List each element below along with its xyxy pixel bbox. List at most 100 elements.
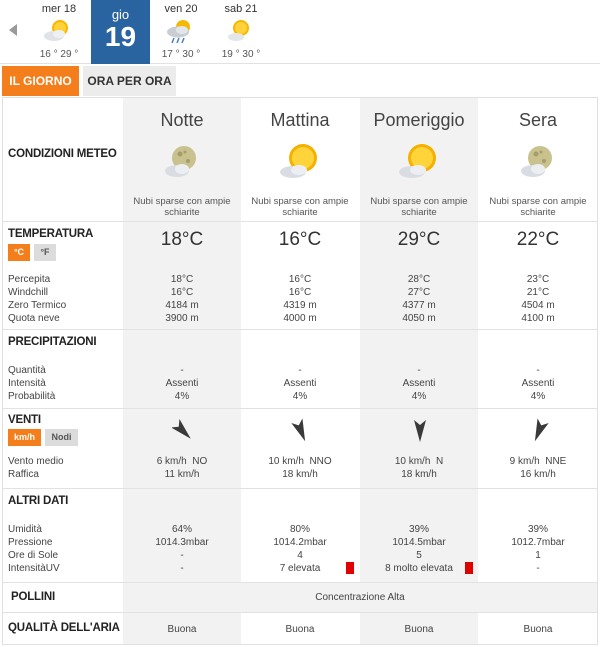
humidity-value: 39% [527, 524, 548, 535]
label-probability: Probabilità [8, 391, 56, 402]
freezing-value: 4377 m [402, 300, 436, 311]
windchill-value: 21°C [526, 287, 550, 298]
freezing-value: 4504 m [521, 300, 555, 311]
condition-line: Nubi sparse con ampie [489, 196, 587, 207]
air-quality-value: Buona [404, 624, 434, 635]
condition-description: Nubi sparse con ampie schiarite [479, 196, 597, 218]
condition-line: schiarite [282, 207, 318, 218]
sun-hours-value: 4 [297, 550, 303, 561]
quantity-value: - [298, 365, 302, 376]
label-humidity: Umidità [8, 524, 42, 535]
gust-value: 18 km/h [401, 469, 437, 480]
section-air-quality: QUALITÀ DELL'ARIA Buona Buona Buona Buon… [3, 613, 597, 644]
wind-avg-value: 10 km/h N [394, 456, 444, 467]
moon-cloud-icon [479, 142, 597, 187]
uv-alert-indicator [346, 562, 354, 574]
condition-description: Nubi sparse con ampie schiarite [123, 196, 241, 218]
day-temps: 16 ° 29 ° [39, 49, 79, 60]
condition-description: Nubi sparse con ampie schiarite [241, 196, 359, 218]
perceived-value: 18°C [170, 274, 194, 285]
wind-direction-arrow-icon [291, 418, 306, 442]
air-quality-value: Buona [285, 624, 315, 635]
unit-kmh-button[interactable]: km/h [8, 429, 41, 446]
unit-fahrenheit-button[interactable]: °F [34, 244, 56, 261]
section-winds: VENTI km/h Nodi Vento medio Raffica 6 km… [3, 409, 597, 489]
intensity-value: Assenti [283, 378, 317, 389]
uv-value: 8 molto elevata [385, 563, 453, 574]
sun-hours-value: - [180, 550, 184, 561]
humidity-value: 80% [289, 524, 310, 535]
day-selector: mer 18 16 ° 29 ° gio 19 ven 20 17 ° 30 °… [0, 0, 600, 64]
intensity-value: Assenti [521, 378, 555, 389]
condition-line: Nubi sparse con ampie [251, 196, 349, 207]
intensity-value: Assenti [402, 378, 436, 389]
sun-cloud-icon [360, 142, 478, 187]
label-sun-hours: Ore di Sole [8, 550, 59, 561]
air-quality-value: Buona [523, 624, 553, 635]
freezing-value: 4319 m [283, 300, 317, 311]
wind-direction-arrow-icon [534, 418, 549, 442]
freezing-value: 4184 m [165, 300, 199, 311]
quantity-value: - [536, 365, 540, 376]
uv-value: - [180, 563, 184, 574]
probability-value: 4% [174, 391, 190, 402]
label-snow-level: Quota neve [8, 313, 60, 324]
perceived-value: 16°C [288, 274, 312, 285]
section-pollen: POLLINI Concentrazione Alta [3, 583, 597, 613]
section-title: VENTI [8, 414, 41, 426]
pressure-value: 1014.5mbar [392, 537, 446, 548]
period-name: Pomeriggio [373, 110, 465, 130]
day-tab-sat[interactable]: sab 21 19 ° 30 ° [212, 0, 270, 64]
air-quality-value: Buona [167, 624, 197, 635]
tab-day[interactable]: IL GIORNO [2, 66, 79, 96]
day-number: 19 [104, 21, 137, 52]
unit-celsius-button[interactable]: °C [8, 244, 30, 261]
quantity-value: - [180, 365, 184, 376]
label-quantity: Quantità [8, 365, 46, 376]
day-tab-fri[interactable]: ven 20 17 ° 30 ° [150, 0, 212, 64]
period-name: Mattina [270, 110, 330, 130]
sun-cloud-icon [42, 18, 76, 47]
day-name: mer 18 [41, 3, 77, 15]
forecast-table: CONDIZIONI METEO Notte Nubi sparse con a… [2, 97, 598, 645]
gust-value: 16 km/h [520, 469, 556, 480]
label-windchill: Windchill [8, 287, 49, 298]
probability-value: 4% [530, 391, 546, 402]
sun-hours-value: 5 [416, 550, 422, 561]
section-title: CONDIZIONI METEO [8, 148, 117, 160]
temperature-value: 16°C [278, 229, 322, 250]
day-name: sab 21 [224, 3, 258, 15]
wind-direction-arrow-icon [172, 418, 191, 439]
label-intensity: Intensità [8, 378, 46, 389]
section-title: QUALITÀ DELL'ARIA [8, 622, 120, 634]
windchill-value: 27°C [407, 287, 431, 298]
snow-value: 3900 m [165, 313, 199, 324]
day-temps: 17 ° 30 ° [161, 49, 201, 60]
pressure-value: 1012.7mbar [511, 537, 565, 548]
humidity-value: 64% [171, 524, 192, 535]
sun-cloud-icon [226, 18, 256, 47]
quantity-value: - [417, 365, 421, 376]
condition-line: schiarite [164, 207, 200, 218]
section-title: PRECIPITAZIONI [8, 336, 97, 348]
day-tab-wed[interactable]: mer 18 16 ° 29 ° [24, 0, 94, 64]
label-uv: IntensitàUV [8, 563, 60, 574]
pollen-value: Concentrazione Alta [315, 592, 405, 603]
windchill-value: 16°C [170, 287, 194, 298]
label-avg-wind: Vento medio [8, 456, 64, 467]
humidity-value: 39% [408, 524, 429, 535]
day-temps: 19 ° 30 ° [221, 49, 261, 60]
section-title: ALTRI DATI [8, 495, 69, 507]
day-tab-thu[interactable]: gio 19 [91, 0, 150, 64]
prev-arrow-icon[interactable] [9, 24, 17, 36]
windchill-value: 16°C [288, 287, 312, 298]
pressure-value: 1014.3mbar [155, 537, 209, 548]
label-pressure: Pressione [8, 537, 53, 548]
temperature-value: 29°C [397, 229, 441, 250]
tab-hourly[interactable]: ORA PER ORA [83, 66, 176, 96]
uv-alert-indicator [465, 562, 473, 574]
sun-cloud-rain-icon [164, 18, 198, 49]
unit-knots-button[interactable]: Nodi [45, 429, 78, 446]
condition-line: schiarite [401, 207, 437, 218]
gust-value: 11 km/h [164, 469, 200, 480]
